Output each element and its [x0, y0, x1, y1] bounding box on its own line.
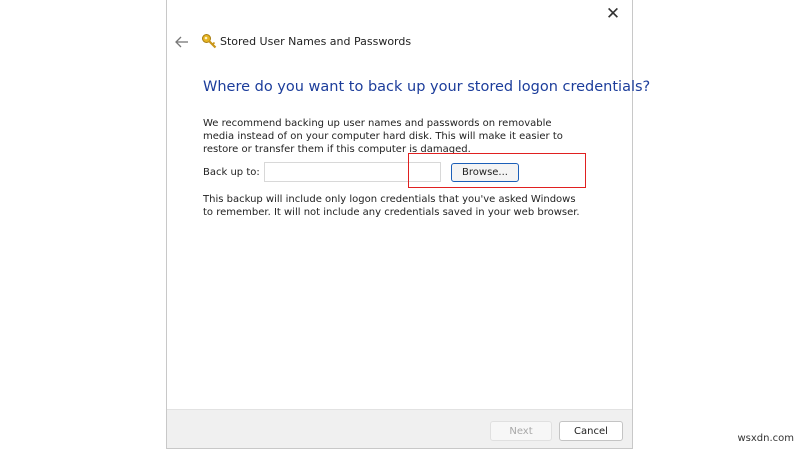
credentials-backup-dialog: ✕ Stored User Names and Passwords Where …: [166, 0, 650, 449]
screenshot-canvas: ✕ Stored User Names and Passwords Where …: [0, 0, 800, 450]
window-title: Stored User Names and Passwords: [220, 35, 412, 48]
cancel-button[interactable]: Cancel: [559, 421, 623, 441]
backup-label: Back up to:: [203, 167, 260, 178]
recommendation-text: We recommend backing up user names and p…: [203, 118, 563, 155]
highlight-annotation: [408, 153, 586, 188]
dialog-footer: Next Cancel: [167, 409, 632, 448]
page-heading: Where do you want to back up your stored…: [203, 79, 651, 95]
back-button[interactable]: [173, 33, 191, 51]
backup-note-text: This backup will include only logon cred…: [203, 194, 580, 218]
watermark-text: wsxdn.com: [737, 433, 794, 444]
arrow-left-icon: [175, 36, 188, 48]
key-icon: [202, 34, 217, 49]
next-button[interactable]: Next: [490, 421, 552, 441]
close-icon: ✕: [605, 4, 621, 24]
close-button[interactable]: ✕: [602, 3, 624, 25]
